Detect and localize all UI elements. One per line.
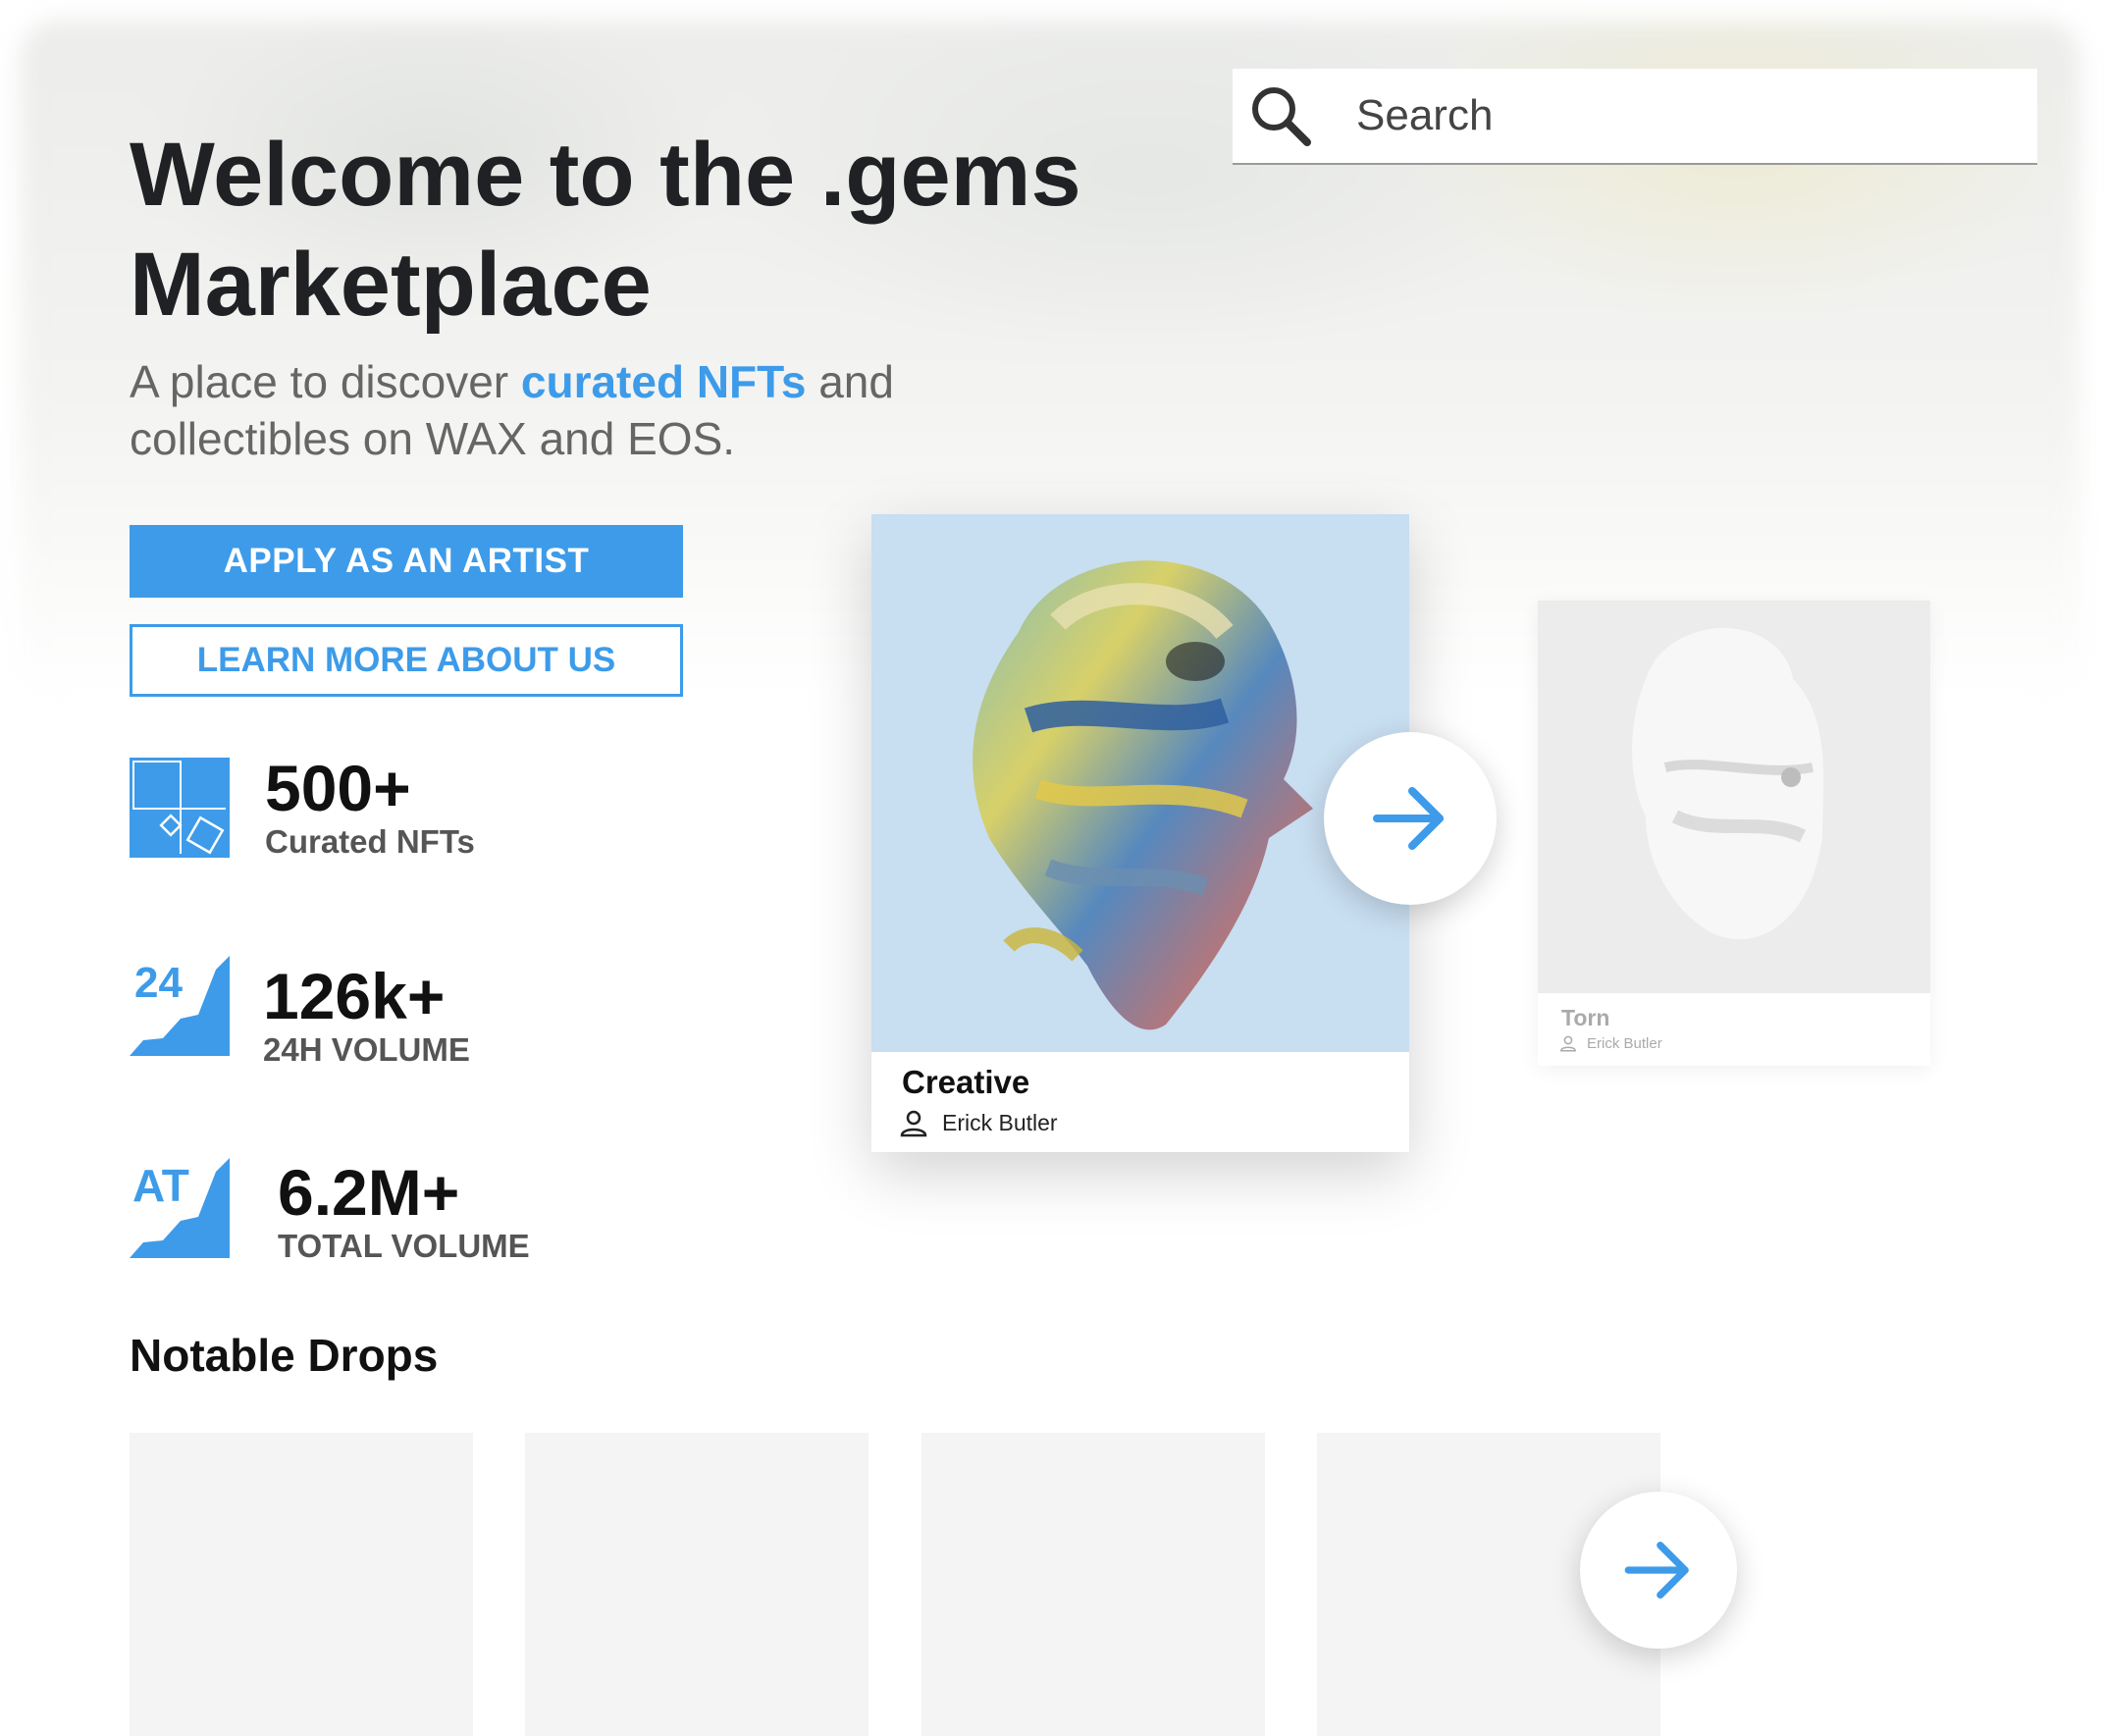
person-icon [1560, 1035, 1576, 1052]
volume-24h-icon-text: 24 [134, 959, 183, 1007]
stat-24h-volume: 126k+ 24H VOLUME [263, 962, 470, 1070]
volume-24h-icon: 24 [130, 956, 230, 1056]
drops-next-button[interactable] [1580, 1492, 1737, 1649]
nft-artwork-image [973, 560, 1313, 1030]
next-nft-card[interactable]: Torn Erick Butler [1538, 601, 1930, 1066]
stat-value: 500+ [265, 752, 411, 824]
artist-name: Erick Butler [942, 1109, 1058, 1135]
search-bar[interactable] [1233, 69, 2037, 165]
learn-more-button[interactable]: LEARN MORE ABOUT US [130, 624, 683, 697]
nft-artist: Erick Butler [899, 1108, 1058, 1137]
drop-card[interactable] [921, 1433, 1265, 1736]
arrow-right-icon [1373, 787, 1444, 850]
stat-label: 24H VOLUME [263, 1031, 470, 1068]
stat-curated: 500+ Curated NFTs [265, 754, 475, 862]
search-icon[interactable] [1246, 81, 1315, 150]
volume-alltime-icon-text: AT [132, 1160, 189, 1211]
arrow-right-icon [1624, 1542, 1689, 1599]
hero-subtitle: A place to discover curated NFTs and col… [130, 353, 1013, 467]
stat-label: TOTAL VOLUME [278, 1228, 530, 1264]
nft-artwork-creative [871, 514, 1409, 1052]
page-title: Welcome to the .gems Marketplace [130, 125, 1081, 335]
carousel-next-button[interactable] [1324, 732, 1497, 905]
subtitle-text-start: A place to discover [130, 356, 521, 407]
nft-artist: Erick Butler [1559, 1034, 1662, 1052]
drop-card[interactable] [525, 1433, 868, 1736]
nft-artwork-torn [1538, 601, 1930, 993]
artist-name: Erick Butler [1587, 1034, 1662, 1052]
stat-label: Curated NFTs [265, 823, 475, 860]
person-icon [900, 1110, 927, 1137]
search-input[interactable] [1354, 90, 1996, 141]
nft-title: Creative [902, 1064, 1030, 1100]
volume-alltime-icon: AT [130, 1158, 230, 1258]
stat-total-volume: 6.2M+ TOTAL VOLUME [278, 1158, 530, 1266]
notable-drops-title: Notable Drops [130, 1330, 439, 1381]
stat-value: 6.2M+ [278, 1156, 460, 1229]
nft-artwork-image [1632, 627, 1824, 940]
stat-value: 126k+ [263, 960, 446, 1032]
curated-grid-icon [130, 758, 230, 858]
nft-title: Torn [1561, 1005, 1610, 1030]
drop-card[interactable] [130, 1433, 473, 1736]
subtitle-highlight: curated NFTs [520, 356, 807, 407]
apply-as-artist-button[interactable]: APPLY AS AN ARTIST [130, 525, 683, 598]
